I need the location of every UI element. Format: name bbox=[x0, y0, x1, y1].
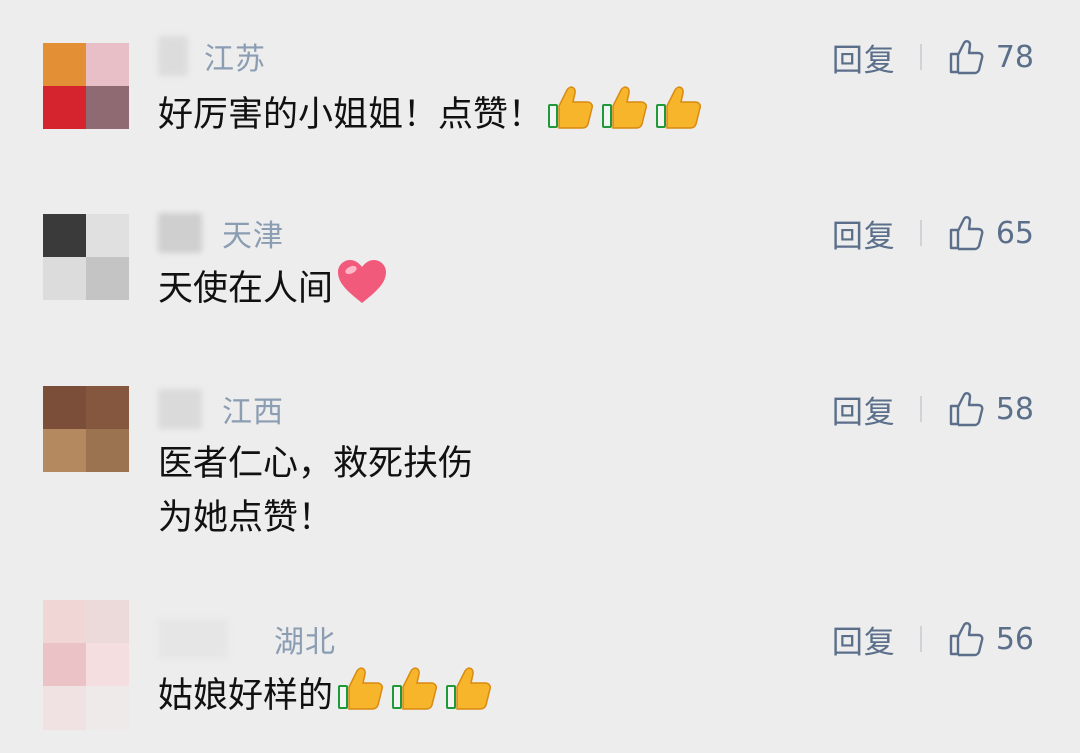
avatar[interactable] bbox=[43, 214, 129, 300]
comment-text-row: 好厉害的小姐姐！点赞！ bbox=[158, 84, 705, 148]
like-count: 58 bbox=[995, 391, 1034, 427]
heart-emoji bbox=[337, 259, 387, 321]
divider bbox=[919, 626, 922, 652]
avatar-tile bbox=[86, 86, 129, 129]
thumbs-up-icon[interactable] bbox=[948, 391, 984, 427]
comment-actions: 回复 65 bbox=[832, 211, 1034, 255]
comment-text: 医者仁心，救死扶伤 为她点赞！ bbox=[158, 437, 473, 545]
avatar-tile bbox=[43, 600, 86, 643]
thumbs-up-emoji bbox=[337, 665, 387, 729]
comment-text-line: 医者仁心，救死扶伤 bbox=[158, 444, 474, 484]
like-count: 65 bbox=[995, 215, 1034, 251]
avatar-tile bbox=[86, 600, 129, 643]
avatar-tile bbox=[86, 214, 129, 257]
avatar-tile bbox=[86, 257, 129, 300]
comment-text-line: 为她点赞！ bbox=[158, 498, 334, 538]
comment-text: 天使在人间 bbox=[158, 269, 334, 309]
commenter-name-row: 江西 bbox=[158, 389, 284, 430]
commenter-region: 江苏 bbox=[204, 42, 266, 77]
avatar-tile bbox=[86, 686, 129, 730]
commenter-name-row: 湖北 bbox=[158, 619, 336, 660]
comment-text: 好厉害的小姐姐！点赞！ bbox=[158, 95, 544, 135]
blurred-username bbox=[158, 36, 188, 76]
commenter-name-row: 江苏 bbox=[158, 36, 266, 77]
like-count: 56 bbox=[995, 621, 1034, 657]
avatar-tile bbox=[43, 429, 86, 472]
thumbs-up-icon[interactable] bbox=[948, 215, 984, 251]
avatar[interactable] bbox=[43, 386, 129, 472]
reply-button[interactable]: 回复 bbox=[832, 35, 896, 80]
divider bbox=[919, 396, 922, 422]
commenter-region: 湖北 bbox=[274, 625, 336, 660]
avatar-tile bbox=[43, 214, 86, 257]
thumbs-up-emoji bbox=[391, 665, 441, 729]
comment-text-row: 天使在人间 bbox=[158, 259, 387, 321]
avatar-tile bbox=[43, 43, 86, 86]
blurred-username bbox=[158, 619, 228, 659]
avatar[interactable] bbox=[43, 43, 129, 129]
avatar-tile bbox=[43, 686, 86, 730]
comment-text-row: 姑娘好样的 bbox=[158, 665, 495, 729]
reply-button[interactable]: 回复 bbox=[832, 211, 896, 256]
comment-actions: 回复 56 bbox=[832, 617, 1034, 661]
avatar-tile bbox=[43, 257, 86, 300]
thumbs-up-emoji bbox=[655, 84, 705, 148]
reply-button[interactable]: 回复 bbox=[832, 387, 896, 432]
thumbs-up-icon[interactable] bbox=[948, 39, 984, 75]
avatar-tile bbox=[86, 386, 129, 429]
commenter-region: 江西 bbox=[222, 395, 284, 430]
thumbs-up-emoji bbox=[601, 84, 651, 148]
reply-button[interactable]: 回复 bbox=[832, 617, 896, 662]
commenter-region: 天津 bbox=[222, 219, 284, 254]
commenter-name-row: 天津 bbox=[158, 213, 284, 254]
avatar-tile bbox=[86, 643, 129, 686]
avatar-tile bbox=[43, 386, 86, 429]
like-count: 78 bbox=[995, 39, 1034, 75]
avatar-tile bbox=[86, 429, 129, 472]
divider bbox=[919, 44, 922, 70]
avatar[interactable] bbox=[43, 600, 129, 730]
blurred-username bbox=[158, 213, 202, 253]
blurred-username bbox=[158, 389, 202, 429]
avatar-tile bbox=[43, 86, 86, 129]
comment-actions: 回复 78 bbox=[832, 35, 1034, 79]
thumbs-up-emoji bbox=[445, 665, 495, 729]
avatar-tile bbox=[86, 43, 129, 86]
comment-actions: 回复 58 bbox=[832, 387, 1034, 431]
thumbs-up-emoji bbox=[547, 84, 597, 148]
comment-text: 姑娘好样的 bbox=[158, 676, 334, 716]
avatar-tile bbox=[43, 643, 86, 686]
divider bbox=[919, 220, 922, 246]
thumbs-up-icon[interactable] bbox=[948, 621, 984, 657]
